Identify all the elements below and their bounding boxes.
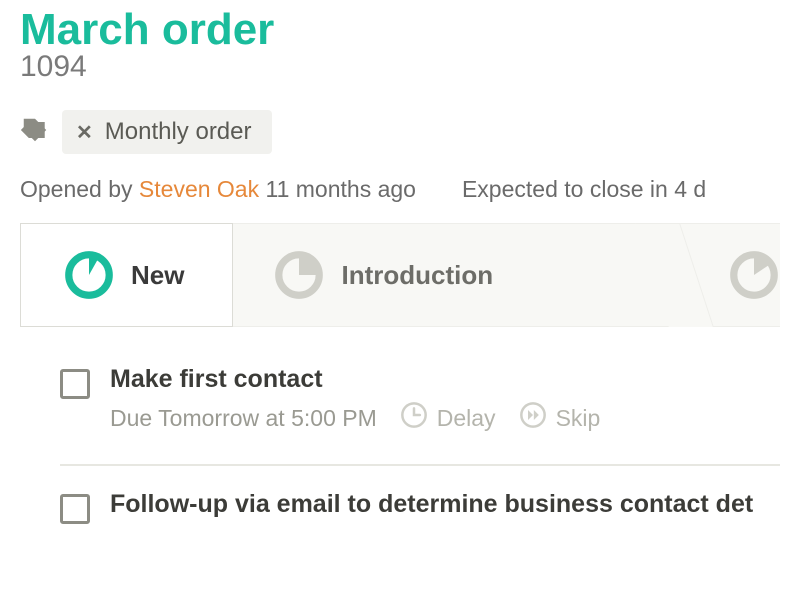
expected-close: Expected to close in 4 d xyxy=(462,176,706,203)
skip-button[interactable]: Skip xyxy=(518,400,601,436)
task-row: Make first contact Due Tomorrow at 5:00 … xyxy=(20,355,780,454)
record-title: March order xyxy=(20,0,780,54)
stage-new[interactable]: New xyxy=(20,223,233,327)
skip-label: Skip xyxy=(556,405,601,432)
tag-row: ✕ Monthly order xyxy=(20,110,780,154)
task-title: Follow-up via email to determine busines… xyxy=(110,490,780,519)
task-checkbox[interactable] xyxy=(60,494,90,524)
task-meta: Due Tomorrow at 5:00 PM Delay Skip xyxy=(110,400,780,436)
task-divider xyxy=(60,464,780,466)
record-number: 1094 xyxy=(20,50,780,84)
author-link[interactable]: Steven Oak xyxy=(139,176,259,202)
opened-by: Opened by Steven Oak 11 months ago xyxy=(20,176,416,203)
clock-icon xyxy=(399,400,429,436)
tag-chip[interactable]: ✕ Monthly order xyxy=(62,110,272,154)
task-title: Make first contact xyxy=(110,365,780,394)
meta-row: Opened by Steven Oak 11 months ago Expec… xyxy=(20,176,780,203)
task-due: Due Tomorrow at 5:00 PM xyxy=(110,405,377,432)
delay-button[interactable]: Delay xyxy=(399,400,496,436)
tag-remove-icon[interactable]: ✕ xyxy=(76,120,93,145)
stage-introduction[interactable]: Introduction xyxy=(233,223,658,327)
stage-clock-icon xyxy=(728,249,780,301)
tag-label: Monthly order xyxy=(105,118,252,146)
task-list: Make first contact Due Tomorrow at 5:00 … xyxy=(20,355,780,542)
task-checkbox[interactable] xyxy=(60,369,90,399)
task-row: Follow-up via email to determine busines… xyxy=(20,480,780,542)
delay-label: Delay xyxy=(437,405,496,432)
stage-clock-icon xyxy=(63,249,115,301)
stage-label: Introduction xyxy=(341,260,493,291)
stage-label: New xyxy=(131,260,184,291)
opened-suffix: 11 months ago xyxy=(259,176,416,202)
stage-bar: New Introduction xyxy=(20,223,780,327)
tag-icon xyxy=(20,115,50,150)
opened-prefix: Opened by xyxy=(20,176,139,202)
fast-forward-icon xyxy=(518,400,548,436)
stage-clock-icon xyxy=(273,249,325,301)
